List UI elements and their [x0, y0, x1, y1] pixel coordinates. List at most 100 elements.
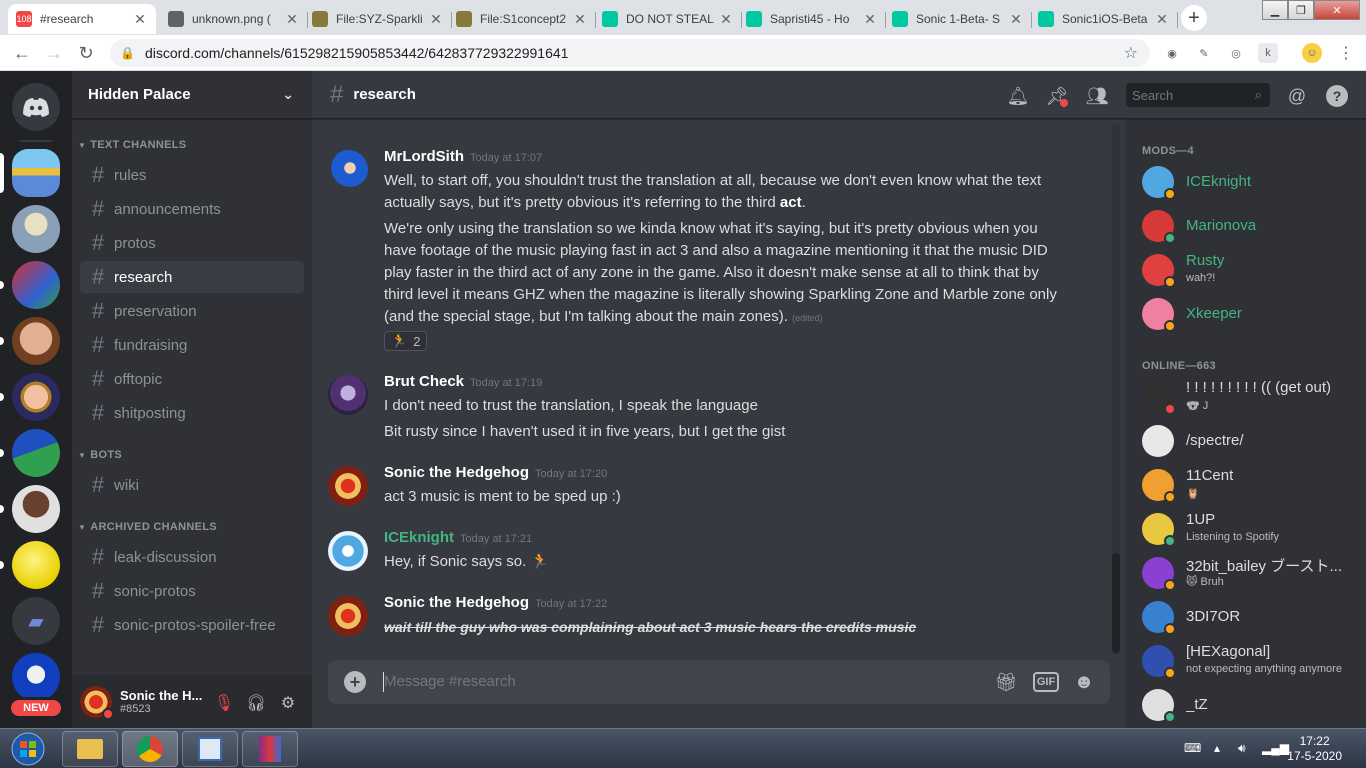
channel-preservation[interactable]: # preservation	[80, 295, 304, 327]
close-icon[interactable]: ✕	[1008, 11, 1024, 28]
server-icon[interactable]	[12, 653, 60, 701]
chrome-taskbar-icon[interactable]	[122, 731, 178, 767]
member-item[interactable]: _tZ	[1142, 684, 1362, 726]
channel-shitposting[interactable]: # shitposting	[80, 397, 304, 429]
author-avatar[interactable]	[328, 531, 368, 571]
browser-tab[interactable]: Sonic 1-Beta- S ✕	[884, 4, 1032, 34]
browser-menu-icon[interactable]: ⋮	[1336, 43, 1356, 63]
channel-protos[interactable]: # protos	[80, 227, 304, 259]
close-icon[interactable]: ✕	[572, 11, 588, 28]
channel-category[interactable]: ▼ ARCHIVED CHANNELS	[78, 521, 217, 533]
tray-expand-icon[interactable]: ▴	[1214, 741, 1220, 755]
server-hidden-palace[interactable]	[12, 149, 60, 197]
scrollbar[interactable]	[1112, 123, 1120, 655]
bell-icon[interactable]: 🔔︎	[1007, 85, 1030, 107]
channel-fundraising[interactable]: # fundraising	[80, 329, 304, 361]
maximize-window-button[interactable]: ❐	[1288, 0, 1314, 20]
explorer-taskbar-icon[interactable]	[62, 731, 118, 767]
member-item[interactable]: 3DI7OR	[1142, 596, 1362, 638]
author-name[interactable]: ICEknight	[384, 529, 454, 546]
network-icon[interactable]: ▂▄▆	[1262, 741, 1289, 755]
member-item[interactable]: ICEknight	[1142, 161, 1362, 203]
reload-button[interactable]: ↻	[72, 39, 100, 67]
channel-research[interactable]: # research	[80, 261, 304, 293]
server-icon[interactable]	[12, 205, 60, 253]
close-icon[interactable]: ✕	[718, 11, 734, 28]
channel-offtopic[interactable]: # offtopic	[80, 363, 304, 395]
help-icon[interactable]: ?	[1326, 85, 1348, 107]
close-icon[interactable]: ✕	[428, 11, 444, 28]
message-composer[interactable]: + Message #research 🎁︎ GIF ☻	[328, 660, 1110, 704]
bookmark-star-icon[interactable]: ☆	[1124, 43, 1138, 63]
member-item[interactable]: 32bit_bailey ブースト... 😾 Bruh	[1142, 552, 1362, 594]
scrollbar-thumb[interactable]	[1112, 553, 1120, 653]
close-icon[interactable]: ✕	[862, 11, 878, 28]
user-info[interactable]: Sonic the H... #8523	[120, 688, 202, 715]
gear-icon[interactable]: ⚙	[278, 693, 298, 713]
extension-icon[interactable]: ✎	[1194, 43, 1214, 63]
channel-rules[interactable]: # rules	[80, 159, 304, 191]
server-icon[interactable]	[12, 261, 60, 309]
channel-category[interactable]: ▼ BOTS	[78, 449, 122, 461]
member-item[interactable]: ! ! ! ! ! ! ! ! ! (( (get out) 🐨 J	[1142, 376, 1362, 418]
browser-tab[interactable]: Sonic1iOS-Beta ✕	[1030, 4, 1178, 34]
author-avatar[interactable]	[328, 375, 368, 415]
author-avatar[interactable]	[328, 596, 368, 636]
members-icon[interactable]: 👥︎	[1086, 85, 1109, 107]
user-avatar[interactable]	[80, 685, 114, 720]
gif-icon[interactable]: GIF	[1033, 672, 1059, 692]
channel-category[interactable]: ▼ TEXT CHANNELS	[78, 139, 186, 151]
reaction-button[interactable]: 🏃 2	[384, 331, 428, 351]
member-item[interactable]: Rusty wah?!	[1142, 249, 1362, 291]
folder-icon[interactable]: ▰	[12, 597, 60, 645]
channel-announcements[interactable]: # announcements	[80, 193, 304, 225]
new-badge[interactable]: NEW	[8, 697, 64, 719]
close-icon[interactable]: ✕	[132, 11, 148, 28]
channel-sonic-protos[interactable]: # sonic-protos	[80, 575, 304, 607]
gift-icon[interactable]: 🎁︎	[994, 671, 1018, 693]
upload-plus-icon[interactable]: +	[344, 671, 366, 693]
extension-icon[interactable]: ◎	[1226, 43, 1246, 63]
channel-sonic-protos-spoiler-free[interactable]: # sonic-protos-spoiler-free	[80, 609, 304, 641]
member-item[interactable]: /spectre/	[1142, 420, 1362, 462]
volume-icon[interactable]: 🔊︎	[1238, 741, 1246, 756]
channel-wiki[interactable]: # wiki	[80, 469, 304, 501]
channel-leak-discussion[interactable]: # leak-discussion	[80, 541, 304, 573]
server-icon[interactable]	[12, 541, 60, 589]
member-item[interactable]: Marionova	[1142, 205, 1362, 247]
new-tab-button[interactable]: +	[1181, 5, 1207, 31]
member-item[interactable]: 1UP Listening to Spotify	[1142, 508, 1362, 550]
minimize-window-button[interactable]: ▁	[1262, 0, 1288, 20]
pin-icon[interactable]: 📌︎	[1046, 85, 1068, 107]
close-window-button[interactable]: ✕	[1314, 0, 1360, 20]
server-icon[interactable]	[12, 317, 60, 365]
headphones-icon[interactable]: 🎧︎	[246, 693, 266, 713]
browser-tab[interactable]: Sapristi45 - Ho ✕	[738, 4, 886, 34]
member-item[interactable]: [HEXagonal] not expecting anything anymor…	[1142, 640, 1362, 682]
close-icon[interactable]: ✕	[1154, 11, 1170, 28]
author-name[interactable]: Sonic the Hedgehog	[384, 594, 529, 611]
mention-icon[interactable]: @	[1286, 85, 1308, 107]
server-icon[interactable]	[12, 429, 60, 477]
browser-tab[interactable]: File:SYZ-Sparkli ✕	[304, 4, 452, 34]
browser-tab[interactable]: File:S1concept2 ✕	[448, 4, 596, 34]
profile-avatar[interactable]: ☺	[1302, 43, 1322, 63]
back-button[interactable]: ←	[8, 39, 36, 67]
extension-icon[interactable]: k	[1258, 43, 1278, 63]
forward-button[interactable]: →	[40, 39, 68, 67]
author-name[interactable]: MrLordSith	[384, 148, 464, 165]
author-avatar[interactable]	[328, 466, 368, 506]
search-input[interactable]: Search ⌕	[1126, 83, 1270, 107]
author-avatar[interactable]	[328, 150, 368, 190]
member-item[interactable]: Xkeeper	[1142, 293, 1362, 335]
winrar-taskbar-icon[interactable]	[242, 731, 298, 767]
system-clock[interactable]: 17:22 17-5-2020	[1287, 734, 1342, 764]
address-bar[interactable]: 🔒 discord.com/channels/61529821590585344…	[110, 39, 1150, 67]
member-item[interactable]: 11Cent 🦉	[1142, 464, 1362, 506]
server-icon[interactable]	[12, 373, 60, 421]
author-name[interactable]: Brut Check	[384, 373, 464, 390]
browser-tab[interactable]: 108 #research ✕	[8, 4, 156, 34]
discord-home-icon[interactable]	[12, 83, 60, 131]
windows-start-button[interactable]	[4, 731, 52, 767]
keyboard-icon[interactable]: ⌨	[1184, 741, 1201, 755]
